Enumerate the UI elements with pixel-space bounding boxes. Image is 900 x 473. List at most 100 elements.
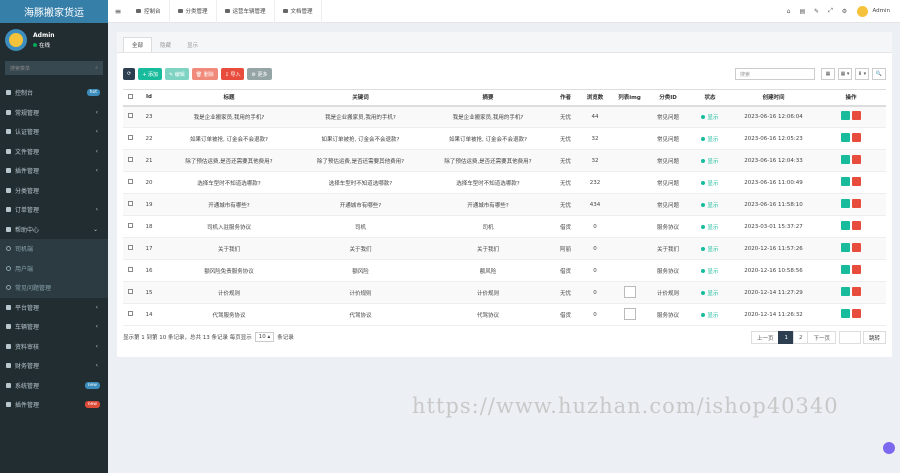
delete-icon[interactable] xyxy=(852,287,861,296)
edit-icon[interactable] xyxy=(841,199,850,208)
panel-tab-2[interactable]: 显示 xyxy=(179,37,206,52)
refresh-button[interactable]: ⟳ xyxy=(123,68,136,80)
sidebar-item-8[interactable]: 司机端 xyxy=(0,239,108,259)
sidebar-item-1[interactable]: 常规管理 ‹ xyxy=(0,103,108,123)
assistant-float-icon[interactable] xyxy=(883,442,895,454)
cell-status: 显示 xyxy=(689,259,731,282)
cell-author: 借货 xyxy=(553,215,578,238)
page-button-2[interactable]: 2 xyxy=(792,331,809,344)
row-checkbox[interactable] xyxy=(128,113,133,119)
tab-1[interactable]: 分类管理 xyxy=(170,0,217,23)
cell-title: 代驾服务协议 xyxy=(160,303,298,326)
edit-icon[interactable] xyxy=(841,155,850,164)
trash-icon[interactable]: ▤ xyxy=(795,8,809,15)
gear-icon[interactable]: ⚙ xyxy=(837,8,851,15)
delete-icon[interactable] xyxy=(852,309,861,318)
edit-icon[interactable]: ✎ xyxy=(809,8,823,15)
delete-icon[interactable] xyxy=(852,265,861,274)
row-checkbox[interactable] xyxy=(128,135,133,140)
edit-icon[interactable] xyxy=(841,133,850,142)
sidebar-item-9[interactable]: 用户端 xyxy=(0,258,108,278)
delete-icon[interactable] xyxy=(852,111,861,121)
sidebar-item-13[interactable]: 资料审核 ‹ xyxy=(0,337,108,357)
column-header[interactable] xyxy=(123,89,138,107)
select-all-checkbox[interactable] xyxy=(128,93,133,99)
edit-icon[interactable] xyxy=(841,111,850,121)
sidebar-item-11[interactable]: 平台管理 ‹ xyxy=(0,298,108,318)
menu-toggle-icon[interactable]: ≡ xyxy=(108,7,128,16)
edit-icon[interactable] xyxy=(841,243,850,252)
delete-button[interactable]: 🗑 删除 xyxy=(191,68,218,80)
import-button[interactable]: ⇩ 导入 xyxy=(220,68,245,80)
sidebar-item-15[interactable]: 系统管理 new xyxy=(0,376,108,396)
home-icon[interactable]: ⌂ xyxy=(781,8,795,15)
sidebar-item-6[interactable]: 订单管理 ‹ xyxy=(0,200,108,220)
admin-name[interactable]: Admin xyxy=(872,8,890,14)
app-logo[interactable]: 海豚搬家货运 xyxy=(0,0,108,23)
chevron-icon: ‹ xyxy=(95,303,98,311)
edit-icon[interactable] xyxy=(841,265,850,274)
delete-icon[interactable] xyxy=(852,155,861,164)
cell-id: 20 xyxy=(138,171,160,194)
sidebar-item-4[interactable]: 插件管理 ‹ xyxy=(0,161,108,181)
cell-views: 0 xyxy=(578,303,612,326)
row-checkbox[interactable] xyxy=(128,157,133,162)
sidebar-item-14[interactable]: 财务管理 ‹ xyxy=(0,356,108,376)
more-button[interactable]: ⚙ 更多 xyxy=(247,68,272,80)
panel-tab-0[interactable]: 全部 xyxy=(123,37,153,52)
menu-search-input[interactable]: 搜索菜单 ⌕ xyxy=(5,61,103,75)
edit-icon[interactable] xyxy=(841,287,850,296)
panel-tab-1[interactable]: 隐藏 xyxy=(152,37,179,52)
sidebar-item-7[interactable]: 帮助中心 ⌄ xyxy=(0,220,108,240)
tab-3[interactable]: 文档管理 xyxy=(275,0,322,23)
add-button[interactable]: + 添加 xyxy=(138,68,162,80)
delete-icon[interactable] xyxy=(852,221,861,230)
menu-item-icon xyxy=(6,304,11,310)
delete-icon[interactable] xyxy=(852,199,861,208)
jump-button[interactable]: 跳转 xyxy=(862,331,886,344)
sidebar-item-16[interactable]: 插件管理 new xyxy=(0,395,108,415)
sidebar-item-12[interactable]: 车辆管理 ‹ xyxy=(0,317,108,337)
edit-icon[interactable] xyxy=(841,221,850,230)
sidebar-item-0[interactable]: 控制台 hot xyxy=(0,83,108,103)
column-toggle-button[interactable]: ▦ xyxy=(821,68,835,80)
admin-avatar[interactable] xyxy=(857,5,869,17)
fullscreen-icon[interactable]: ⤢ xyxy=(823,7,837,15)
row-checkbox[interactable] xyxy=(128,201,133,206)
row-checkbox[interactable] xyxy=(128,311,133,316)
export-button[interactable]: ⬇ ▾ xyxy=(855,68,869,80)
page-button-1[interactable]: 1 xyxy=(778,331,794,344)
prev-page-button[interactable]: 上一页 xyxy=(750,331,780,344)
cell-ops xyxy=(816,127,886,150)
row-checkbox[interactable] xyxy=(128,267,133,272)
edit-icon[interactable] xyxy=(841,309,850,318)
row-checkbox[interactable] xyxy=(128,245,133,250)
row-checkbox[interactable] xyxy=(128,223,133,228)
delete-icon[interactable] xyxy=(852,133,861,142)
row-checkbox[interactable] xyxy=(128,289,133,294)
sidebar-item-3[interactable]: 文件管理 ‹ xyxy=(0,142,108,162)
delete-icon[interactable] xyxy=(852,243,861,252)
delete-icon[interactable] xyxy=(852,177,861,186)
goto-page-input[interactable] xyxy=(838,331,861,344)
thumbnail-image[interactable] xyxy=(623,285,636,298)
table-search-input[interactable]: 搜索 xyxy=(735,68,815,80)
search-button[interactable]: 🔍 xyxy=(872,68,886,80)
view-toggle-button[interactable]: ▦ ▾ xyxy=(838,68,852,80)
cell-ops xyxy=(816,105,886,128)
tab-0[interactable]: 控制台 xyxy=(128,0,170,23)
next-page-button[interactable]: 下一页 xyxy=(807,331,836,344)
status-dot-icon xyxy=(701,290,706,295)
sidebar-item-10[interactable]: 常见问题管理 xyxy=(0,278,108,298)
edit-icon[interactable] xyxy=(841,177,850,186)
row-checkbox[interactable] xyxy=(128,179,133,184)
row-actions xyxy=(841,155,861,164)
sidebar-item-2[interactable]: 认证管理 ‹ xyxy=(0,122,108,142)
page-size-select[interactable]: 10 ▴ xyxy=(254,332,275,342)
search-icon[interactable]: ⌕ xyxy=(95,65,98,71)
thumbnail-image[interactable] xyxy=(623,307,636,320)
cell-category: 常见问题 xyxy=(647,171,689,194)
edit-button[interactable]: ✎ 编辑 xyxy=(164,68,189,80)
sidebar-item-5[interactable]: 分类管理 xyxy=(0,181,108,201)
tab-2[interactable]: 运营车辆管理 xyxy=(217,0,275,23)
